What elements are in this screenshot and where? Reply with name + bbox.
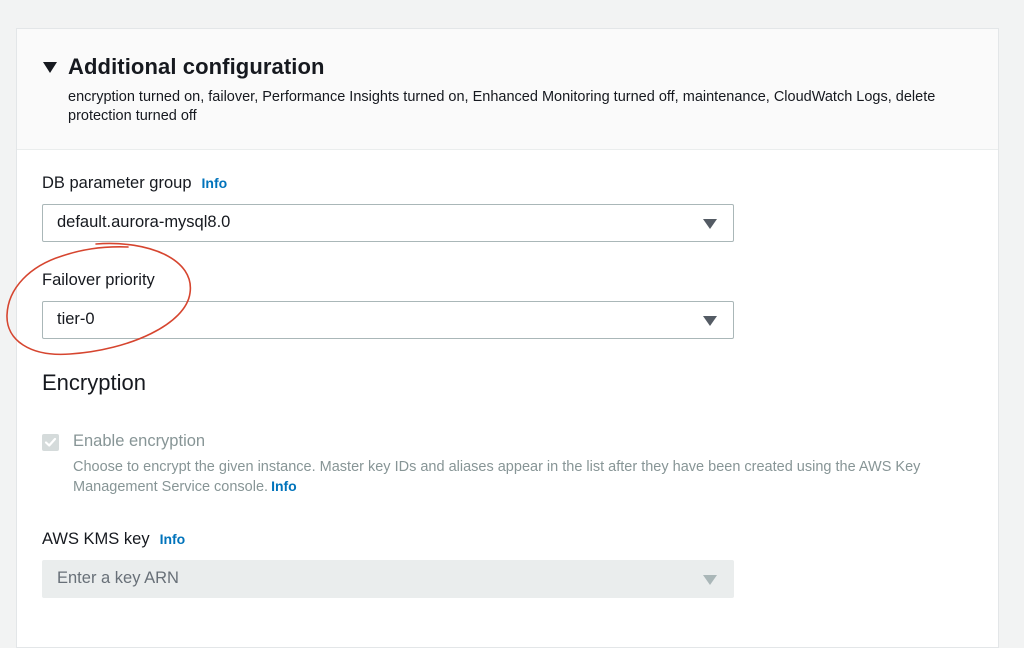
kms-key-info-link[interactable]: Info [160,531,186,547]
db-parameter-group-value: default.aurora-mysql8.0 [57,213,231,231]
enable-encryption-label: Enable encryption [73,432,206,450]
kms-key-placeholder: Enter a key ARN [57,569,179,587]
failover-priority-value: tier-0 [57,310,95,328]
failover-priority-select[interactable]: tier-0 [42,301,734,339]
section-title[interactable]: Additional configuration [68,54,325,80]
checkmark-icon [44,437,57,447]
dropdown-arrow-icon [703,316,717,326]
kms-key-label-text: AWS KMS key [42,530,150,548]
dropdown-arrow-icon [703,575,717,585]
encryption-description-text: Choose to encrypt the given instance. Ma… [73,459,921,495]
db-parameter-group-info-link[interactable]: Info [202,175,228,191]
failover-priority-label: Failover priority [42,271,155,289]
encryption-description: Choose to encrypt the given instance. Ma… [73,458,973,497]
db-parameter-group-select[interactable]: default.aurora-mysql8.0 [42,204,734,242]
dropdown-arrow-icon [703,219,717,229]
enable-encryption-checkbox[interactable] [42,434,59,451]
additional-configuration-panel: Additional configuration encryption turn… [16,28,999,648]
encryption-info-link[interactable]: Info [271,478,297,494]
kms-key-select: Enter a key ARN [42,560,734,598]
db-parameter-group-label-text: DB parameter group [42,174,192,192]
kms-key-label: AWS KMS key Info [42,530,185,549]
caret-down-icon[interactable] [43,62,57,73]
db-parameter-group-label: DB parameter group Info [42,174,227,193]
expandable-section-header[interactable]: Additional configuration encryption turn… [17,29,998,150]
encryption-heading: Encryption [42,370,146,395]
section-summary: encryption turned on, failover, Performa… [68,89,936,124]
